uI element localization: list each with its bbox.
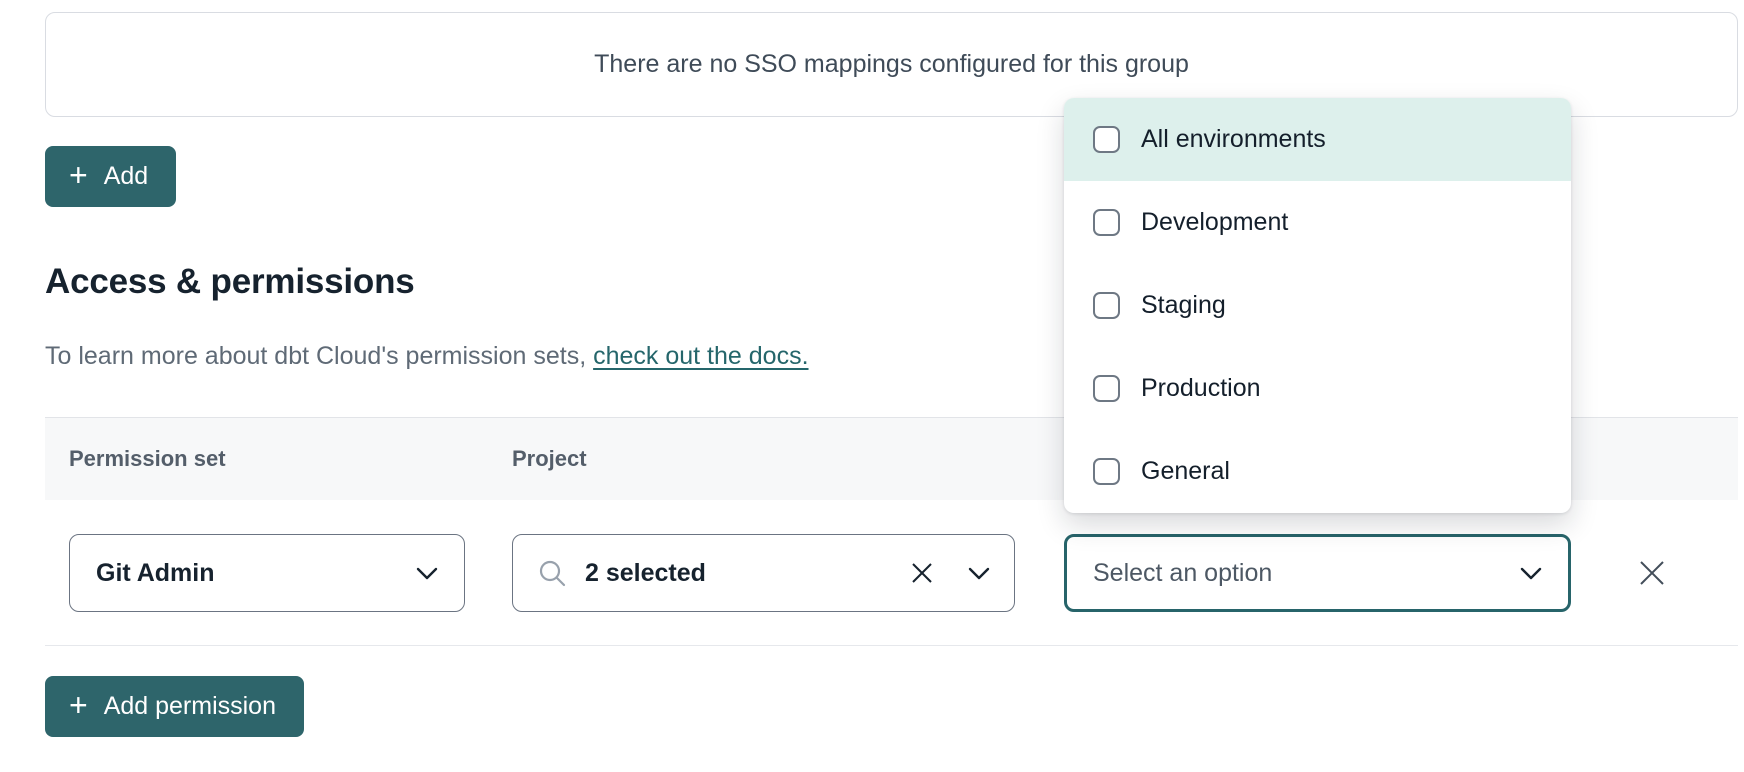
description-text: To learn more about dbt Cloud's permissi… [45, 342, 593, 370]
column-header-project: Project [512, 446, 587, 472]
docs-link[interactable]: check out the docs. [593, 342, 808, 370]
checkbox[interactable] [1093, 126, 1120, 153]
add-permission-button[interactable]: + Add permission [45, 676, 304, 737]
column-header-permission-set: Permission set [69, 446, 226, 472]
dropdown-option-general[interactable]: General [1064, 430, 1571, 513]
close-icon [1637, 558, 1667, 588]
page-title: Access & permissions [45, 262, 415, 302]
permissions-description: To learn more about dbt Cloud's permissi… [45, 342, 809, 371]
add-sso-mapping-button[interactable]: + Add [45, 146, 176, 207]
chevron-down-icon [968, 567, 990, 580]
environment-dropdown-panel: All environments Development Staging Pro… [1064, 98, 1571, 513]
plus-icon: + [69, 689, 88, 721]
checkbox[interactable] [1093, 292, 1120, 319]
project-selected-count: 2 selected [585, 559, 706, 588]
clear-selection-icon[interactable] [910, 561, 934, 585]
remove-row-button[interactable] [1634, 555, 1670, 591]
project-multiselect[interactable]: 2 selected [512, 534, 1015, 612]
plus-icon: + [69, 159, 88, 191]
dropdown-option-production[interactable]: Production [1064, 347, 1571, 430]
checkbox[interactable] [1093, 458, 1120, 485]
option-label: Development [1141, 208, 1288, 237]
dropdown-option-staging[interactable]: Staging [1064, 264, 1571, 347]
checkbox[interactable] [1093, 209, 1120, 236]
chevron-down-icon [416, 567, 438, 580]
group-settings-page: There are no SSO mappings configured for… [0, 0, 1744, 772]
search-icon [537, 558, 567, 588]
add-permission-label: Add permission [104, 692, 276, 721]
permission-set-value: Git Admin [96, 559, 215, 588]
chevron-down-icon [1520, 567, 1542, 580]
sso-empty-message: There are no SSO mappings configured for… [594, 50, 1189, 79]
option-label: All environments [1141, 125, 1326, 154]
permission-set-select[interactable]: Git Admin [69, 534, 465, 612]
option-label: General [1141, 457, 1230, 486]
environment-select[interactable]: Select an option [1064, 534, 1571, 612]
option-label: Staging [1141, 291, 1226, 320]
option-label: Production [1141, 374, 1261, 403]
environment-placeholder: Select an option [1093, 559, 1272, 588]
checkbox[interactable] [1093, 375, 1120, 402]
add-button-label: Add [104, 162, 148, 191]
dropdown-option-all-environments[interactable]: All environments [1064, 98, 1571, 181]
dropdown-option-development[interactable]: Development [1064, 181, 1571, 264]
